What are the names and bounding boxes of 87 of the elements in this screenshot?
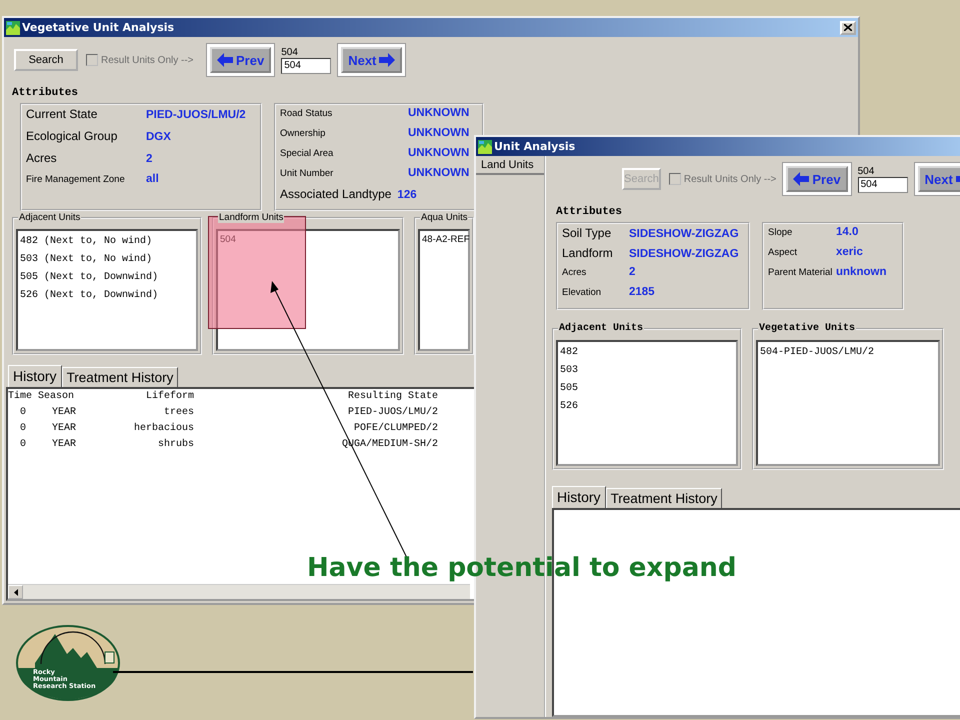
prev-button[interactable]: Prev [210, 47, 272, 73]
field-value: 2 [629, 266, 636, 278]
field-value: 14.0 [836, 226, 858, 238]
list-item[interactable]: 526 (Next to, Downwind) [20, 287, 194, 305]
next-button[interactable]: Next [341, 47, 402, 73]
list-title: Aqua Units [420, 212, 468, 223]
prev-button[interactable]: Prev [786, 166, 848, 192]
unit-label: 504 [858, 166, 876, 176]
window-title: Vegetative Unit Analysis [22, 21, 174, 34]
field-label: Soil Type [562, 226, 612, 240]
list-item[interactable]: 505 (Next to, Downwind) [20, 269, 194, 287]
section-heading: Attributes [12, 87, 80, 99]
unit-label: 504 [281, 46, 299, 58]
scroll-left-button[interactable] [8, 585, 23, 599]
column-header: Resulting State [346, 390, 438, 404]
table-cell-text: YEAR [50, 422, 77, 436]
app-icon [478, 140, 492, 154]
column-header: Time [8, 390, 34, 404]
field-value: UNKNOWN [408, 107, 470, 119]
table-cell-text: PIED-JUOS/LMU/2 [346, 406, 438, 420]
list-title: Landform Units [218, 212, 284, 223]
field-label: Elevation [562, 287, 602, 298]
unit-input-field[interactable]: 504 [858, 176, 908, 192]
list-item[interactable]: 526 [560, 398, 734, 416]
field-value: DGX [146, 131, 171, 143]
field-label: Associated Landtype [280, 187, 392, 201]
list-item[interactable]: 504 [220, 233, 396, 247]
table-cell-text: YEAR [50, 406, 77, 420]
field-label: Special Area [280, 148, 334, 159]
field-value: all [146, 173, 159, 185]
column-header: Season [38, 390, 76, 404]
field-value: UNKNOWN [408, 147, 470, 159]
field-label: Fire Management Zone [26, 174, 126, 185]
section-heading: Attributes [556, 206, 624, 218]
search-button[interactable]: Search [14, 49, 78, 71]
field-label: Acres [562, 267, 588, 278]
table-cell-text: trees [162, 406, 194, 420]
field-value: 126 [397, 189, 417, 201]
table-cell-text: 0 [18, 438, 27, 452]
close-button[interactable] [840, 20, 856, 34]
checkbox-label: Result Units Only --> [101, 54, 194, 66]
next-button[interactable]: Next [918, 166, 960, 192]
table-cell-text: shrubs [156, 438, 194, 452]
list-item[interactable]: 482 (Next to, No wind) [20, 233, 194, 251]
unit-input-field[interactable]: 504 [281, 58, 332, 74]
list-title: Adjacent Units [18, 212, 82, 223]
checkbox-label: Result Units Only --> [684, 174, 776, 184]
field-label: Parent Material [768, 267, 834, 278]
field-value: SIDESHOW-ZIGZAG [629, 228, 739, 240]
app-icon [6, 20, 20, 34]
left-arrow-icon [217, 53, 233, 67]
close-icon [844, 24, 852, 31]
list-item[interactable]: 504-PIED-JUOS/LMU/2 [760, 344, 936, 362]
field-label: Current State [26, 107, 98, 121]
list-item[interactable]: 503 [560, 362, 734, 380]
horizontal-scrollbar[interactable] [8, 584, 470, 599]
field-value: unknown [836, 266, 886, 278]
list-item[interactable]: 505 [560, 380, 734, 398]
table-cell-text: YEAR [50, 438, 77, 452]
field-value: xeric [836, 246, 863, 258]
field-value: 2 [146, 153, 152, 165]
field-label: Road Status [280, 108, 334, 119]
field-label: Slope [768, 227, 794, 238]
field-label: Acres [26, 151, 58, 165]
field-label: Aspect [768, 247, 798, 258]
table-cell-text: 0 [18, 422, 27, 436]
field-label: Ownership [280, 128, 326, 139]
field-label: Unit Number [280, 168, 334, 179]
field-label: Ecological Group [26, 129, 118, 143]
field-value: 2185 [629, 286, 655, 298]
left-triangle-icon [14, 588, 18, 596]
table-cell-text: herbacious [132, 422, 194, 436]
list-title: Vegetative Units [758, 323, 856, 334]
column-header: Lifeform [144, 390, 194, 404]
window-title: Unit Analysis [494, 140, 576, 153]
field-value: UNKNOWN [408, 167, 470, 179]
field-value: UNKNOWN [408, 127, 470, 139]
list-item[interactable]: 482 [560, 344, 734, 362]
field-label: Landform [562, 246, 614, 260]
table-cell-text: 0 [18, 406, 27, 420]
list-title: Adjacent Units [558, 323, 644, 334]
list-item[interactable]: 503 (Next to, No wind) [20, 251, 194, 269]
field-value: SIDESHOW-ZIGZAG [629, 248, 739, 260]
left-arrow-icon [793, 172, 810, 186]
table-cell-text: POFE/CLUMPED/2 [352, 422, 438, 436]
field-value: PIED-JUOS/LMU/2 [146, 109, 246, 121]
right-arrow-icon [379, 53, 396, 67]
